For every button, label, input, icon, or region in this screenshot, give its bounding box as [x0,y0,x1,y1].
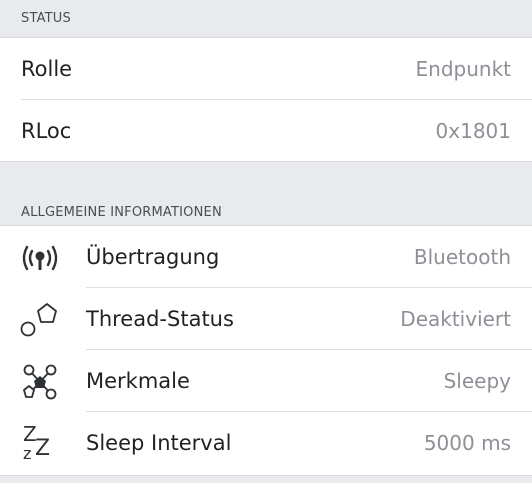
thread-info-screen: STATUS Rolle Endpunkt RLoc 0x1801 ALLGEM… [0,0,532,483]
status-row-role: Rolle Endpunkt [0,38,532,100]
rloc-value: 0x1801 [435,119,511,143]
network-nodes-icon [18,362,62,402]
general-row-transport: Übertragung Bluetooth [0,226,532,288]
general-row-features: Merkmale Sleepy [0,350,532,412]
broadcast-icon [18,238,62,278]
general-card: Übertragung Bluetooth Thread-Status Deak… [0,225,532,476]
general-row-thread-status: Thread-Status Deaktiviert [0,288,532,350]
transport-value: Bluetooth [413,245,511,269]
thread-status-value: Deaktiviert [400,307,511,331]
sleep-interval-label: Sleep Interval [86,431,232,455]
role-value: Endpunkt [415,57,511,81]
status-card: Rolle Endpunkt RLoc 0x1801 [0,37,532,162]
sleep-zz-icon: Z Z z [23,422,51,463]
sleep-interval-value: 5000 ms [423,431,511,455]
rloc-label: RLoc [21,119,72,143]
thread-status-label: Thread-Status [86,307,234,331]
thread-shapes-icon [18,300,62,340]
status-section-header: STATUS [21,11,71,26]
general-section-header: ALLGEMEINE INFORMATIONEN [21,205,222,220]
features-label: Merkmale [86,369,190,393]
status-row-rloc: RLoc 0x1801 [0,100,532,162]
general-row-sleep-interval: Z Z z Sleep Interval 5000 ms [0,412,532,474]
role-label: Rolle [21,57,73,81]
transport-label: Übertragung [86,245,220,269]
features-value: Sleepy [443,369,511,393]
